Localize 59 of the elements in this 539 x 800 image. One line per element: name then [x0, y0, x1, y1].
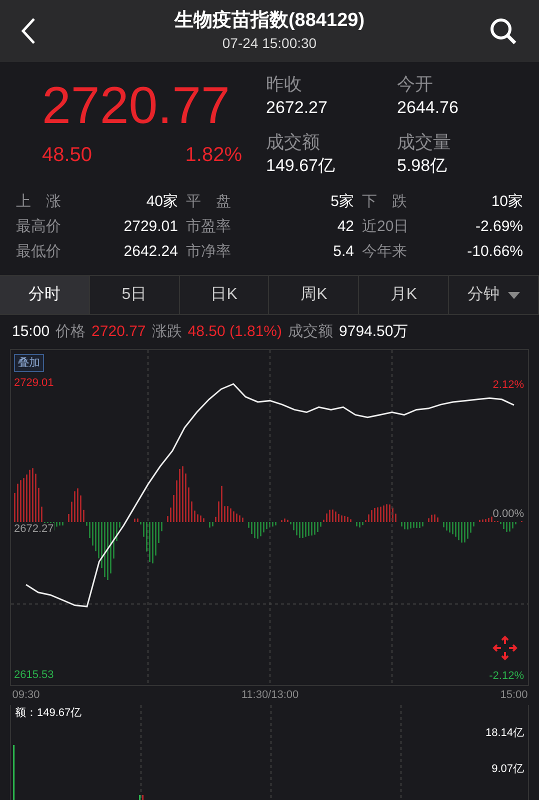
back-icon	[20, 17, 36, 45]
chart-tab[interactable]: 分时	[0, 276, 90, 314]
chart-tab[interactable]: 5日	[90, 276, 180, 314]
search-icon	[489, 17, 517, 45]
stat-label: 成交量	[397, 131, 452, 154]
axis-label: 0.00%	[492, 508, 524, 521]
axis-label: 2672.27	[14, 522, 54, 536]
volume-total: 额：149.67亿	[15, 706, 82, 721]
info-price: 2720.77	[92, 322, 146, 342]
chart-tab[interactable]: 日K	[180, 276, 270, 314]
stat-value: -2.69%	[474, 217, 524, 238]
axis-label: -2.12%	[489, 668, 524, 684]
stat-value: 2729.01	[122, 217, 179, 238]
price-change-percent: 1.82%	[185, 143, 242, 168]
stat-label: 今年来	[361, 242, 408, 262]
info-label: 价格	[56, 322, 86, 342]
info-amount: 9794.50万	[339, 322, 408, 342]
chart-tab[interactable]: 月K	[359, 276, 450, 314]
axis-label: 2.12%	[492, 378, 524, 393]
axis-label: 9.07亿	[492, 762, 524, 777]
stat-value: 42	[336, 217, 355, 238]
stat-label: 市净率	[185, 242, 232, 262]
last-price: 2720.77	[42, 76, 230, 137]
move-arrows-icon[interactable]	[492, 635, 518, 661]
stat-value: 2642.24	[122, 242, 179, 262]
stat-value: -10.66%	[466, 242, 524, 262]
info-label: 成交额	[288, 322, 334, 342]
info-label: 涨跌	[152, 322, 182, 342]
info-change: 48.50 (1.81%)	[188, 322, 282, 342]
stat-value: 5.4	[332, 242, 355, 262]
stat-label: 平 盘	[185, 192, 232, 212]
time-label: 15:00	[500, 688, 528, 702]
stat-value: 2644.76	[397, 97, 460, 119]
overlay-button[interactable]: 叠加	[14, 354, 44, 372]
axis-label: 18.14亿	[485, 726, 524, 741]
caret-icon	[508, 292, 520, 298]
stat-value: 5.98亿	[397, 155, 448, 177]
stat-label: 今开	[397, 73, 434, 96]
quote-datetime: 07-24 15:00:30	[222, 34, 317, 53]
stat-label: 成交额	[266, 131, 321, 154]
index-title: 生物疫苗指数(884129)	[174, 9, 365, 33]
price-change: 48.50	[42, 143, 92, 168]
stat-label: 最高价	[15, 217, 62, 238]
chart-tab[interactable]: 分钟	[449, 276, 539, 314]
chart-tab[interactable]: 周K	[269, 276, 360, 314]
stat-label: 上 涨	[15, 192, 62, 212]
stat-label: 近20日	[361, 217, 410, 238]
cursor-time: 15:00	[12, 322, 50, 342]
stat-label: 昨收	[266, 73, 303, 96]
stat-label: 最低价	[15, 242, 62, 262]
stat-label: 下 跌	[361, 192, 408, 212]
stat-value: 10家	[490, 192, 524, 212]
stat-label: 市盈率	[185, 217, 232, 238]
stat-value: 5家	[330, 192, 355, 212]
stat-value: 40家	[145, 192, 179, 212]
time-label: 09:30	[12, 688, 40, 702]
stat-value: 2672.27	[266, 97, 328, 119]
time-label: 11:30/13:00	[241, 688, 299, 702]
stat-value: 149.67亿	[266, 155, 336, 177]
